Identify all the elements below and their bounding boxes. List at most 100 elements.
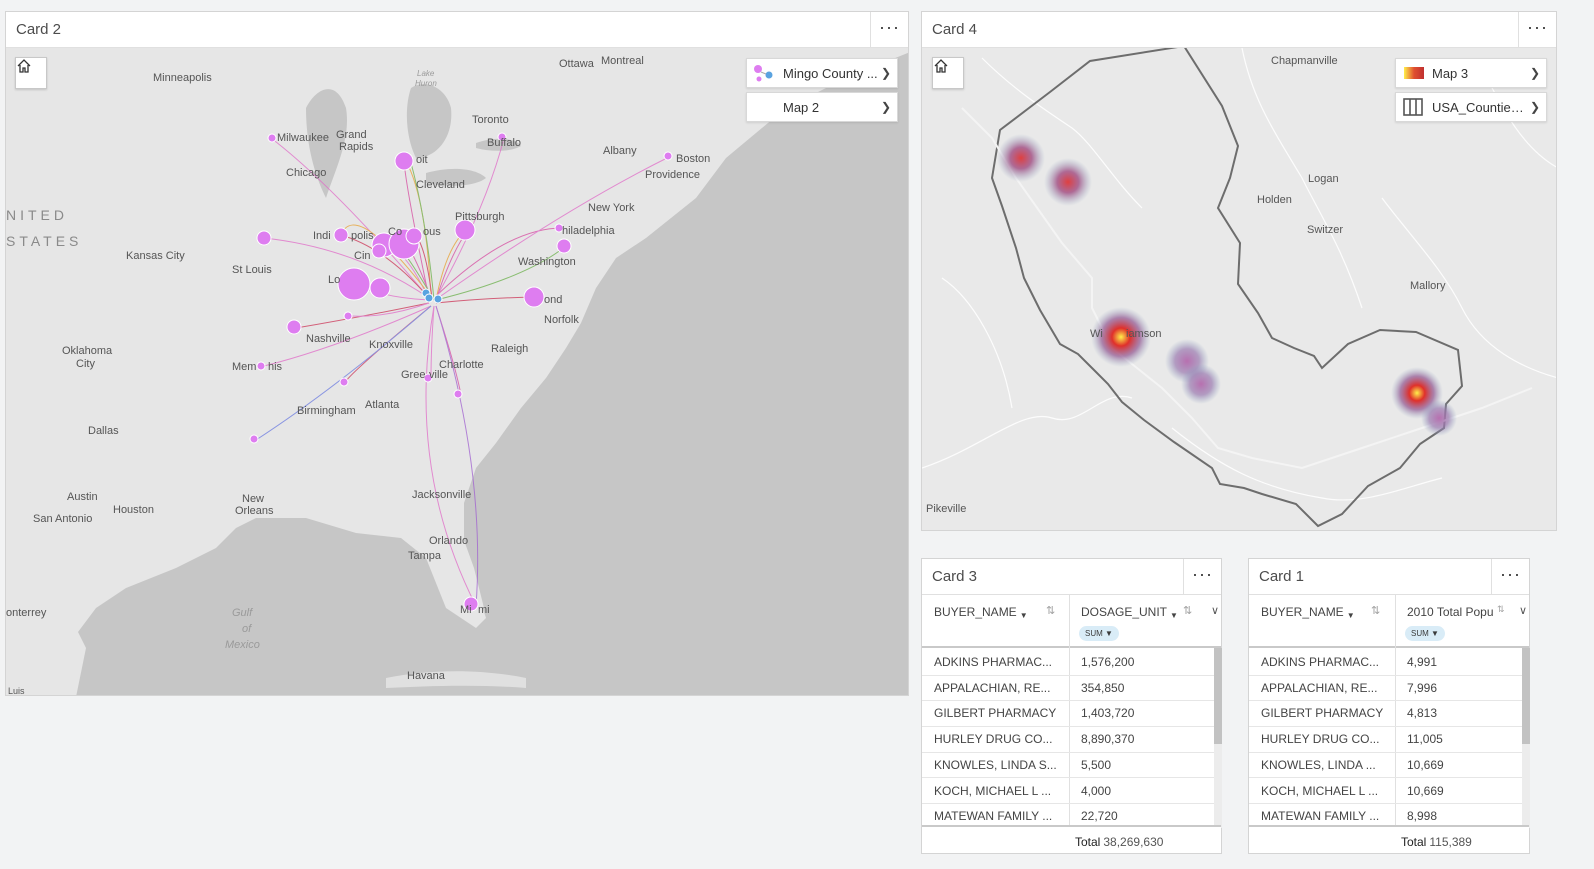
table-row[interactable]: ADKINS PHARMAC... 4,991 xyxy=(1249,650,1522,676)
scrollbar-thumb[interactable] xyxy=(1522,648,1530,744)
place-label: Havana xyxy=(407,670,446,682)
chevron-right-icon: ❯ xyxy=(880,66,892,80)
caret-down-icon: ▼ xyxy=(1346,611,1355,620)
legend-label: Map 3 xyxy=(1432,65,1469,81)
table-scrollbar[interactable] xyxy=(1522,648,1530,828)
sum-label: SUM xyxy=(1411,629,1429,638)
place-label: Raleigh xyxy=(491,343,528,355)
place-label: Huron xyxy=(415,79,437,88)
total-label: Total xyxy=(1075,835,1101,849)
place-label: Birmingham xyxy=(297,405,356,417)
value-cell: 4,991 xyxy=(1407,655,1438,669)
column-header-buyer-name[interactable]: BUYER_NAME ▼ ⇅ xyxy=(1249,595,1395,648)
table-row[interactable]: GILBERT PHARMACY 1,403,720 xyxy=(922,701,1214,728)
card-3-header: Card 3 ··· xyxy=(922,559,1221,595)
sum-label: SUM xyxy=(1085,629,1103,638)
place-label: Pittsburgh xyxy=(455,211,505,223)
place-label: New York xyxy=(588,202,635,214)
card-4-title: Card 4 xyxy=(932,21,978,38)
sum-aggregation-pill[interactable]: SUM ▼ xyxy=(1079,626,1119,641)
place-label: Pikeville xyxy=(926,503,966,515)
flow-map-canvas: Minneapolis Ottawa Montreal Lake Huron T… xyxy=(6,48,908,695)
place-label: oit xyxy=(416,154,428,166)
place-label: Orleans xyxy=(235,505,274,517)
legend-layer-usa-counties[interactable]: USA_Counties... ❯ xyxy=(1395,92,1547,122)
place-label: Kansas City xyxy=(126,250,185,262)
home-button[interactable] xyxy=(15,57,47,89)
place-label: Norfolk xyxy=(544,314,579,326)
table-row[interactable]: KOCH, MICHAEL L ... 4,000 xyxy=(922,779,1214,805)
table-row[interactable]: MATEWAN FAMILY ... 22,720 xyxy=(922,804,1214,826)
card-4-menu-button[interactable]: ··· xyxy=(1518,12,1556,47)
table-row[interactable]: APPALACHIAN, RE... 354,850 xyxy=(922,676,1214,702)
table-row[interactable]: HURLEY DRUG CO... 11,005 xyxy=(1249,727,1522,753)
place-label: hiladelphia xyxy=(562,225,615,237)
flow-map[interactable]: Minneapolis Ottawa Montreal Lake Huron T… xyxy=(6,48,908,695)
total-row: Total 38,269,630 xyxy=(1075,835,1163,849)
place-label: Dallas xyxy=(88,425,119,437)
sort-icon[interactable]: ⇅ xyxy=(1371,604,1380,617)
column-header-total-population[interactable]: 2010 Total Popu ⇅ ∨ SUM ▼ xyxy=(1395,595,1531,648)
legend-layer-map-3[interactable]: Map 3 ❯ xyxy=(1395,58,1547,88)
heat-map[interactable]: Chapmanville Holden Logan Switzer Mallor… xyxy=(922,48,1556,530)
legend-layer-map-2[interactable]: Map 2 ❯ xyxy=(746,92,898,122)
value-cell: 1,403,720 xyxy=(1081,706,1135,721)
legend-layer-mingo-county[interactable]: Mingo County ... ❯ xyxy=(746,58,898,88)
buyer-name-cell: MATEWAN FAMILY ... xyxy=(1261,809,1380,824)
chevron-down-icon[interactable]: ∨ xyxy=(1211,604,1219,617)
place-label: Gulf xyxy=(232,607,253,619)
table-row[interactable]: MATEWAN FAMILY ... 8,998 xyxy=(1249,804,1522,826)
table-scrollbar[interactable] xyxy=(1214,648,1222,828)
buyer-name-cell: APPALACHIAN, RE... xyxy=(1261,680,1378,695)
chevron-down-icon[interactable]: ∨ xyxy=(1519,604,1527,617)
buyer-name-cell: KOCH, MICHAEL L ... xyxy=(934,783,1052,798)
column-header-dosage-unit[interactable]: DOSAGE_UNIT ▼ ⇅ ∨ SUM ▼ xyxy=(1069,595,1223,648)
value-cell: 8,998 xyxy=(1407,809,1438,824)
place-label: STATES xyxy=(6,233,82,249)
card-2-title: Card 2 xyxy=(16,21,62,38)
place-label: ville xyxy=(429,369,448,381)
table-row[interactable]: APPALACHIAN, RE... 7,996 xyxy=(1249,676,1522,702)
scrollbar-thumb[interactable] xyxy=(1214,648,1222,744)
place-label: Holden xyxy=(1257,194,1292,206)
table-row[interactable]: KOCH, MICHAEL L ... 10,669 xyxy=(1249,779,1522,805)
card-1-menu-button[interactable]: ··· xyxy=(1491,559,1529,594)
card-3-menu-button[interactable]: ··· xyxy=(1183,559,1221,594)
card-4: Card 4 ··· Chapmanville Holden Logan Swi… xyxy=(921,11,1557,531)
place-label: New xyxy=(242,493,264,505)
place-label: Luis xyxy=(8,686,25,695)
table-row[interactable]: ADKINS PHARMAC... 1,576,200 xyxy=(922,650,1214,676)
place-label: San Antonio xyxy=(33,513,92,525)
boundary-columns-icon xyxy=(1402,98,1426,116)
caret-down-icon: ▼ xyxy=(1019,611,1028,620)
card-2-menu-button[interactable]: ··· xyxy=(870,12,908,47)
total-value: 38,269,630 xyxy=(1103,835,1164,849)
column-header-buyer-name[interactable]: BUYER_NAME ▼ ⇅ xyxy=(922,595,1069,648)
sort-icon[interactable]: ⇅ xyxy=(1183,604,1192,617)
buyer-name-cell: KNOWLES, LINDA S... xyxy=(934,757,1057,772)
table-row[interactable]: KNOWLES, LINDA S... 5,500 xyxy=(922,753,1214,779)
table-row[interactable]: HURLEY DRUG CO... 8,890,370 xyxy=(922,727,1214,753)
place-label: Knoxville xyxy=(369,339,413,351)
sort-icon[interactable]: ⇅ xyxy=(1497,604,1505,615)
place-label: Boston xyxy=(676,153,710,165)
buyer-name-cell: MATEWAN FAMILY ... xyxy=(934,809,1053,824)
table-row[interactable]: KNOWLES, LINDA ... 10,669 xyxy=(1249,753,1522,779)
place-label: Minneapolis xyxy=(153,72,212,84)
table-footer: Total 115,389 xyxy=(1249,825,1529,853)
place-label: City xyxy=(76,358,95,370)
column-header-label: DOSAGE_UNIT xyxy=(1081,605,1168,619)
sort-icon[interactable]: ⇅ xyxy=(1046,604,1055,617)
value-cell: 7,996 xyxy=(1407,680,1438,695)
place-label: Buffalo xyxy=(487,137,521,149)
table-body: ADKINS PHARMAC... 4,991 APPALACHIAN, RE...… xyxy=(1249,650,1529,826)
card-4-header: Card 4 ··· xyxy=(922,12,1556,48)
total-value: 115,389 xyxy=(1429,835,1472,849)
table-row[interactable]: GILBERT PHARMACY 4,813 xyxy=(1249,701,1522,728)
place-label: Lo xyxy=(328,274,340,286)
home-button[interactable] xyxy=(932,57,964,89)
buyer-name-cell: GILBERT PHARMACY xyxy=(934,706,1057,721)
sum-aggregation-pill[interactable]: SUM ▼ xyxy=(1405,626,1445,641)
place-label: Grand xyxy=(336,129,367,141)
table-header: BUYER_NAME ▼ ⇅ 2010 Total Popu ⇅ ∨ SUM ▼ xyxy=(1249,595,1529,648)
